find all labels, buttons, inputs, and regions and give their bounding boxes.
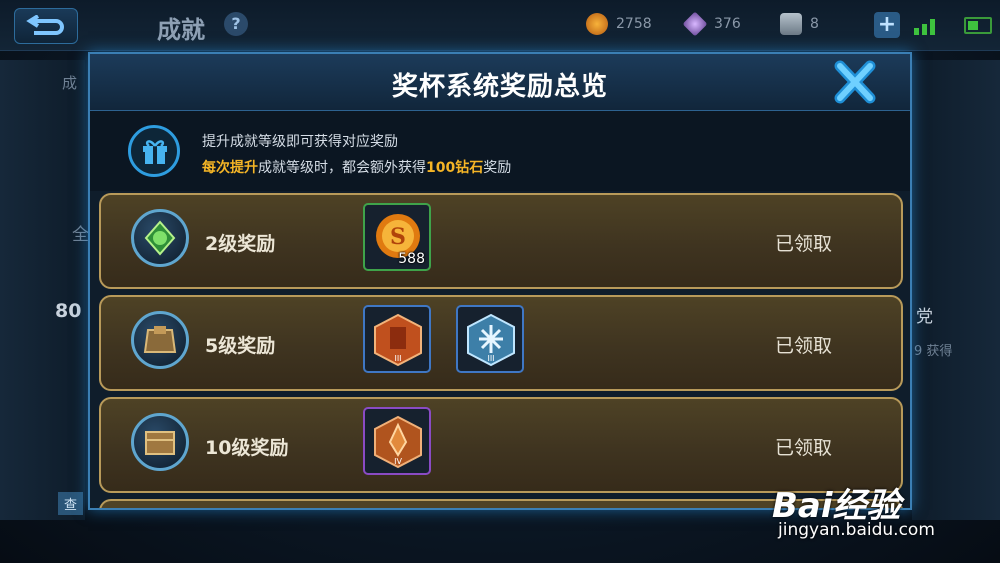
svg-text:S: S	[390, 224, 406, 250]
reward-count: 588	[398, 251, 425, 267]
top-bar: 成就 ? 2758 376 8 +	[0, 0, 1000, 51]
screen-title: 成就	[157, 16, 205, 44]
reward-level-label: 10级奖励	[205, 437, 289, 459]
back-arrow-icon	[26, 15, 64, 35]
right-partial-text: 党	[916, 307, 933, 327]
right-background-panel: 党 9 获得	[912, 60, 1000, 520]
voucher-count: 8	[810, 16, 819, 32]
reward-row-level-2: 2级奖励 S 588 已领取	[99, 193, 903, 289]
svg-text:III: III	[394, 354, 401, 363]
diamond-amount: 100钻石	[426, 160, 484, 176]
reward-list[interactable]: 2级奖励 S 588 已领取 5级奖励 III III 已领取 10级奖励 IV…	[90, 191, 910, 508]
red-rune-reward-icon[interactable]: III	[363, 305, 431, 373]
watermark-url: jingyan.baidu.com	[778, 520, 935, 540]
reward-overview-dialog: 奖杯系统奖励总览 提升成就等级即可获得对应奖励 每次提升成就等级时，都会额外获得…	[88, 52, 912, 510]
recharge-button[interactable]: +	[874, 12, 900, 38]
gold-coin-icon	[586, 13, 608, 35]
reward-row-level-5: 5级奖励 III III 已领取	[99, 295, 903, 391]
diamond-count: 376	[714, 16, 741, 32]
svg-text:IV: IV	[394, 457, 402, 466]
claimed-status: 已领取	[775, 233, 833, 255]
right-partial-text: 9 获得	[914, 344, 953, 359]
info-text: 成就等级时，都会额外获得	[258, 160, 426, 176]
svg-text:III: III	[487, 354, 494, 363]
left-partial-button[interactable]: 查	[58, 492, 84, 515]
gold-count: 2758	[616, 16, 652, 32]
claimed-status: 已领取	[775, 335, 833, 357]
dialog-header: 奖杯系统奖励总览	[90, 54, 910, 111]
left-partial-text: 全	[72, 225, 89, 245]
battery-icon	[964, 17, 992, 34]
baidu-watermark: Bai经验 jingyan.baidu.com	[772, 478, 935, 540]
dialog-title: 奖杯系统奖励总览	[391, 72, 608, 102]
armor-icon	[131, 311, 189, 369]
left-partial-text: 成	[62, 74, 78, 92]
gift-icon	[128, 125, 180, 177]
blue-rune-reward-icon[interactable]: III	[456, 305, 524, 373]
info-text: 奖励	[483, 160, 512, 176]
gold-coin-reward-icon[interactable]: S 588	[363, 203, 431, 271]
info-line-2: 每次提升成就等级时，都会额外获得100钻石奖励	[202, 157, 511, 177]
signal-icon	[914, 19, 935, 35]
info-line-1: 提升成就等级即可获得对应奖励	[202, 134, 398, 150]
claimed-status: 已领取	[775, 437, 833, 459]
left-background-panel: 成 全 80 查	[0, 60, 89, 520]
close-icon	[834, 60, 876, 104]
reward-level-label: 5级奖励	[205, 335, 276, 357]
purple-rune-reward-icon[interactable]: IV	[363, 407, 431, 475]
diamond-icon	[682, 11, 708, 37]
voucher-icon	[780, 13, 802, 35]
left-partial-text: 80	[55, 300, 82, 322]
reward-level-label: 2级奖励	[205, 233, 276, 255]
info-bar: 提升成就等级即可获得对应奖励 每次提升成就等级时，都会额外获得100钻石奖励	[90, 111, 910, 191]
back-button[interactable]	[14, 8, 78, 44]
info-highlight: 每次提升	[202, 160, 258, 176]
treasure-chest-icon	[131, 413, 189, 471]
help-icon[interactable]: ?	[224, 12, 248, 36]
close-button[interactable]	[832, 60, 878, 104]
green-gem-icon	[131, 209, 189, 267]
